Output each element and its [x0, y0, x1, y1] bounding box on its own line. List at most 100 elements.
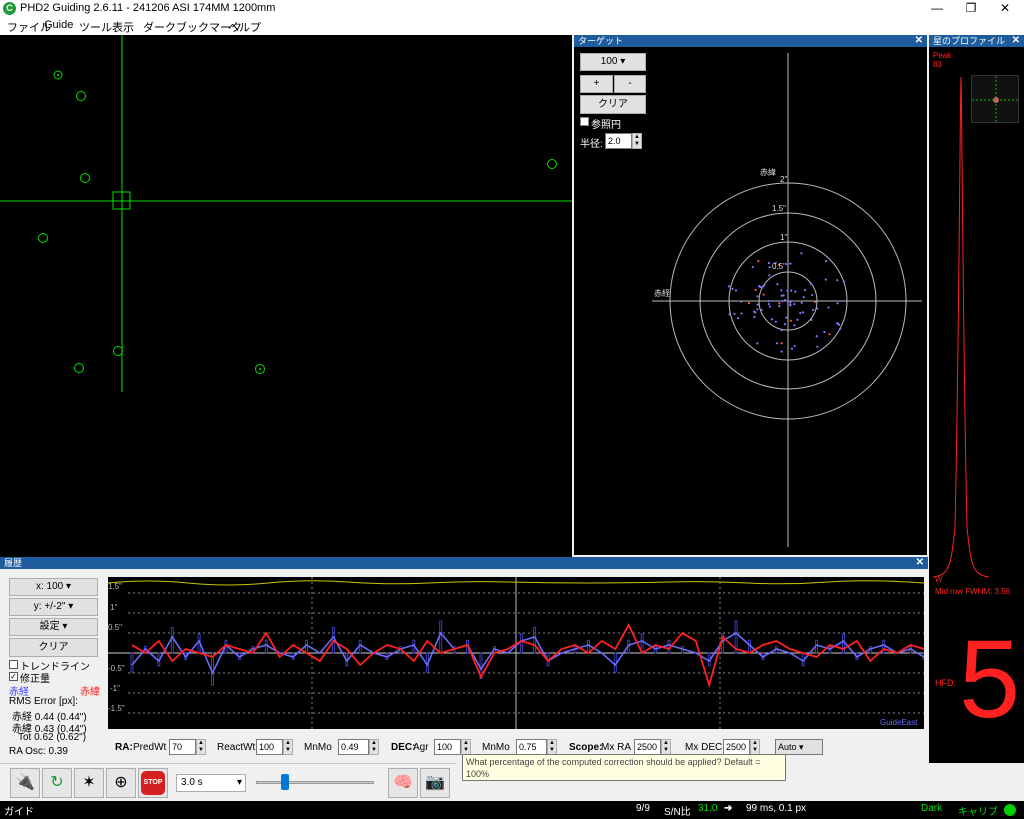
history-settings-button[interactable]: 設定 ▾: [9, 618, 98, 636]
maximize-button[interactable]: ❐: [954, 0, 988, 17]
correction-bar: [587, 639, 590, 654]
target-close-icon[interactable]: ✕: [915, 35, 923, 47]
gamma-slider-track[interactable]: [256, 781, 374, 784]
scatter-point: [794, 290, 797, 293]
scatter-point: [731, 287, 734, 291]
target-zoom-out-button[interactable]: -: [614, 75, 646, 93]
target-pane: ターゲット ✕ 赤緯 赤経 2" 1.5" 1" 0.5" 100 ▾ + - …: [574, 35, 927, 555]
scatter-point: [756, 295, 759, 298]
trendline-checkbox[interactable]: [9, 660, 18, 669]
agr-spinner[interactable]: ▲ ▼: [461, 739, 471, 755]
minimize-button[interactable]: —: [920, 0, 954, 17]
close-button[interactable]: ✕: [988, 0, 1022, 17]
correction-bar: [842, 633, 845, 654]
menu-view[interactable]: 表示: [112, 19, 134, 35]
scatter-point: [728, 313, 731, 316]
profile-close-icon[interactable]: ✕: [1012, 35, 1020, 47]
scope-label: Scope:: [569, 742, 603, 753]
agr-input[interactable]: 100: [434, 739, 461, 755]
predwt-input[interactable]: 70: [169, 739, 196, 755]
menu-help[interactable]: ヘルプ: [228, 19, 261, 35]
exposure-select[interactable]: 3.0 s ▾: [176, 774, 246, 792]
star-dot: [259, 368, 261, 370]
scatter-point: [803, 288, 807, 292]
scope-mode-select[interactable]: Auto ▾: [775, 739, 823, 755]
target-dec-label: 赤緯: [760, 167, 776, 177]
scatter-point: [800, 301, 803, 304]
scatter-point: [800, 252, 803, 255]
scatter-point: [786, 263, 789, 266]
target-clear-button[interactable]: クリア: [580, 95, 646, 114]
mxdec-input[interactable]: 2500: [723, 739, 750, 755]
scatter-point: [783, 299, 787, 302]
x-scale-select[interactable]: x: 100 ▾: [9, 578, 98, 596]
target-zoom-select[interactable]: 100 ▾: [580, 53, 646, 71]
corrections-checkbox[interactable]: ✓: [9, 672, 18, 681]
ring-label-1: 1": [780, 233, 787, 242]
mxra-input[interactable]: 2500: [634, 739, 661, 755]
y-tick-neg-0-5: -0.5": [108, 664, 125, 673]
scatter-point: [836, 302, 839, 305]
mxra-spinner[interactable]: ▲ ▼: [661, 739, 671, 755]
brain-icon[interactable]: 🧠: [388, 768, 418, 798]
ra-mnmo-input[interactable]: 0.49: [338, 739, 369, 755]
history-close-icon[interactable]: ✕: [916, 557, 924, 569]
ring-label-0-5: 0.5": [772, 262, 786, 271]
guide-crosshair-icon[interactable]: ⊕: [106, 768, 136, 798]
correction-bar: [667, 639, 671, 654]
scatter-point: [781, 300, 784, 303]
predwt-label: PredWt: [133, 742, 167, 753]
reactwt-spinner[interactable]: ▲ ▼: [283, 739, 293, 755]
mxra-label: Mx RA: [601, 742, 631, 753]
radius-input[interactable]: 2.0: [605, 133, 632, 149]
scatter-point: [767, 300, 770, 303]
scatter-point: [747, 301, 751, 305]
ra-mnmo-spinner[interactable]: ▲ ▼: [369, 739, 379, 755]
scatter-point: [775, 342, 779, 345]
scatter-point: [776, 283, 779, 286]
predwt-spinner[interactable]: ▲ ▼: [196, 739, 206, 755]
scatter-point: [814, 300, 817, 304]
profile-title: 星のプロファイル: [933, 36, 1006, 46]
scatter-point: [756, 303, 759, 306]
menu-dark[interactable]: ダーク: [143, 19, 176, 35]
scatter-point: [785, 316, 788, 319]
scatter-point: [815, 335, 818, 338]
auto-select-star-icon[interactable]: ✶: [74, 768, 104, 798]
scatter-point: [811, 293, 814, 297]
scatter-point: [824, 278, 827, 281]
scatter-point: [789, 303, 792, 306]
correction-bar: [439, 620, 443, 654]
gamma-slider-thumb[interactable]: [281, 774, 289, 790]
ref-circle-checkbox[interactable]: [580, 117, 589, 126]
menu-guide[interactable]: Guide: [44, 19, 73, 31]
usb-plug-icon[interactable]: 🔌: [10, 768, 40, 798]
loop-icon[interactable]: ↻: [42, 768, 72, 798]
camera-view[interactable]: [0, 35, 572, 557]
ra-params-label: RA:: [115, 742, 133, 753]
fwhm-readout: Mid row FWHM: 3.56: [935, 587, 1011, 596]
star-marker: [76, 91, 86, 101]
scatter-point: [780, 350, 783, 353]
dec-mnmo-input[interactable]: 0.75: [516, 739, 547, 755]
star-marker: [113, 346, 123, 356]
menu-tools[interactable]: ツール: [79, 19, 112, 35]
dec-mnmo-label: MnMo: [482, 742, 510, 753]
x-scale-value: x: 100: [35, 581, 64, 592]
correction-bar: [130, 652, 134, 673]
scatter-point: [790, 289, 793, 292]
target-zoom-in-button[interactable]: +: [580, 75, 613, 93]
scatter-point: [768, 305, 771, 308]
ring-label-1-5: 1.5": [772, 204, 786, 213]
chevron-down-icon: ▾: [799, 742, 804, 752]
dec-mnmo-spinner[interactable]: ▲ ▼: [547, 739, 557, 755]
target-title: ターゲット: [578, 36, 624, 46]
history-clear-button[interactable]: クリア: [9, 638, 98, 657]
mxdec-spinner[interactable]: ▲ ▼: [750, 739, 760, 755]
ra-oscillation: RA Osc: 0.39: [9, 746, 68, 757]
y-scale-select[interactable]: y: +/-2" ▾: [9, 598, 98, 616]
radius-spinner[interactable]: ▲ ▼: [632, 133, 642, 149]
stop-icon[interactable]: STOP: [138, 768, 168, 798]
reactwt-input[interactable]: 100: [256, 739, 283, 755]
camera-settings-icon[interactable]: 📷: [420, 768, 450, 798]
